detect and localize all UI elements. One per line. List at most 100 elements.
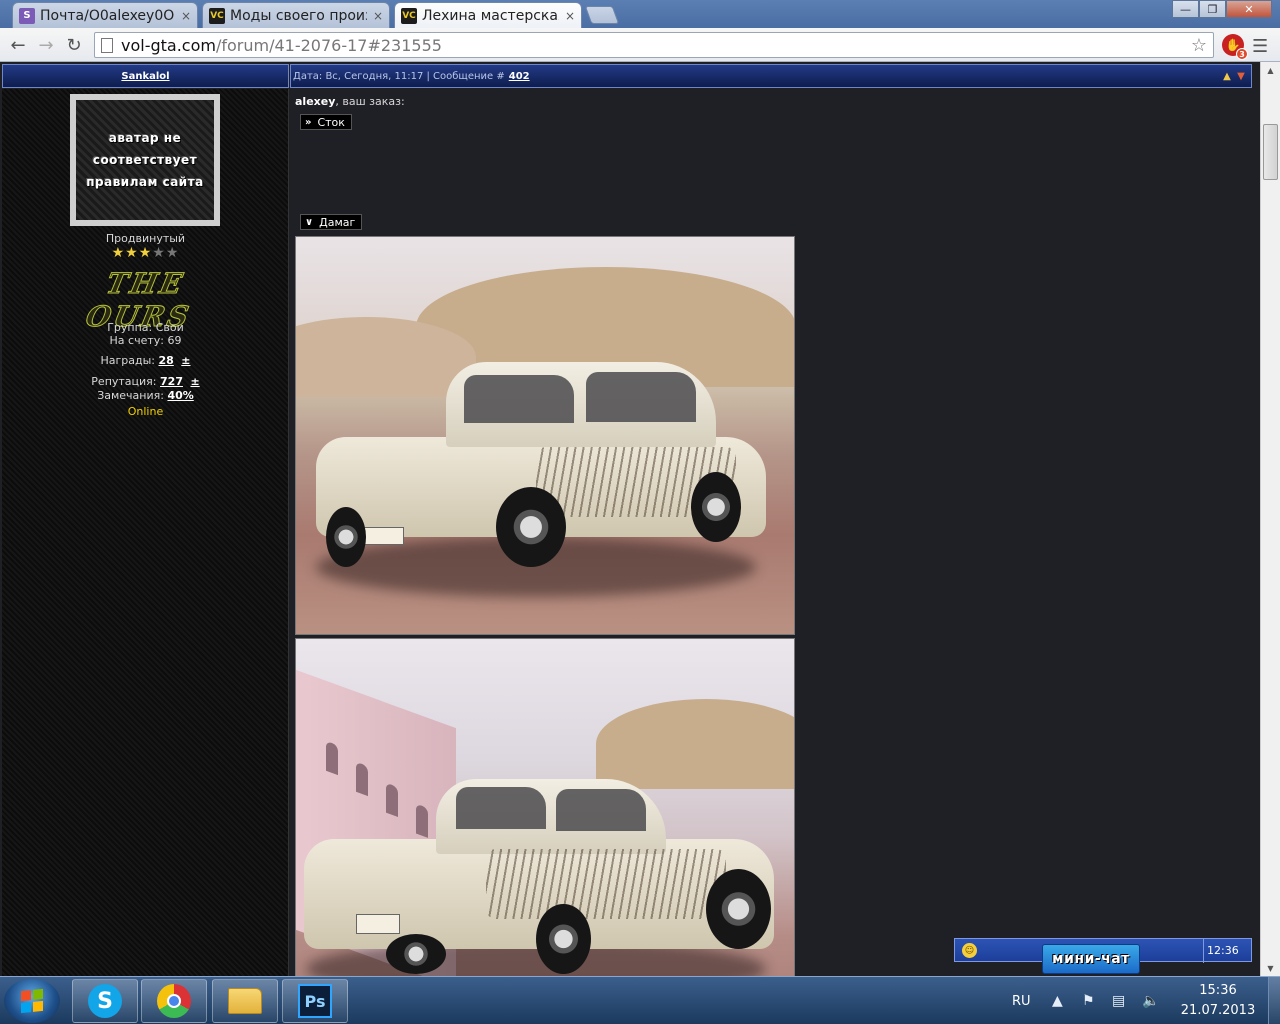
action-center-flag-icon[interactable]: ⚑ <box>1082 977 1095 1024</box>
tab-mods[interactable]: VC Моды своего произ × <box>202 2 390 28</box>
post-body: alexey, ваш заказ: » Сток ∨ Дамаг <box>290 89 1252 976</box>
avatar: аватар не соответствует правилам сайта <box>70 94 220 226</box>
user-rank: Продвинутый <box>105 232 186 245</box>
restore-button[interactable]: ❐ <box>1199 0 1226 18</box>
smiley-icon[interactable]: ☺ <box>962 943 977 958</box>
new-tab-button[interactable] <box>584 6 620 24</box>
spoiler-stock-button[interactable]: » Сток <box>300 114 352 130</box>
network-icon[interactable]: ▤ <box>1112 977 1125 1024</box>
taskbar-photoshop[interactable]: Ps <box>282 979 348 1023</box>
window-controls: — ❐ ✕ <box>1172 0 1272 18</box>
mail-favicon-icon: S <box>19 7 35 24</box>
language-indicator[interactable]: RU <box>1012 977 1031 1024</box>
thumb-down-icon[interactable]: ▼ <box>1235 70 1247 82</box>
address-bar[interactable]: vol-gta.com/forum/41-2076-17#231555 ☆ <box>94 32 1214 58</box>
warnings-row: Замечания: 40% <box>2 389 289 402</box>
avatar-text: соответствует <box>92 153 198 167</box>
car-side-window <box>556 789 646 831</box>
user-profile-column: аватар не соответствует правилам сайта П… <box>2 89 289 976</box>
adblock-extension-icon[interactable]: ✋ 3 <box>1222 34 1248 60</box>
taskbar-explorer[interactable] <box>212 979 278 1023</box>
warnings-link[interactable]: 40% <box>167 389 193 402</box>
show-hidden-icons[interactable]: ▲ <box>1052 977 1063 1024</box>
page-icon <box>101 37 113 53</box>
volume-icon[interactable]: 🔈 <box>1142 977 1159 1024</box>
tab-mail[interactable]: S Почта/O0alexey0O × <box>12 2 198 28</box>
scroll-thumb[interactable] <box>1263 124 1278 180</box>
scroll-up-icon[interactable]: ▲ <box>1261 62 1280 78</box>
scroll-down-icon[interactable]: ▼ <box>1261 960 1280 976</box>
car-windshield <box>464 375 574 423</box>
minimize-button[interactable]: — <box>1172 0 1199 18</box>
clock-time: 15:36 <box>1199 983 1237 998</box>
star-icon: ★ <box>165 245 180 261</box>
taskbar-chrome[interactable] <box>141 979 207 1023</box>
system-clock[interactable]: 15:36 21.07.2013 <box>1176 981 1260 1021</box>
minichat-button[interactable]: мини-чат <box>1042 944 1140 974</box>
star-icon: ★ <box>152 245 166 261</box>
avatar-text: аватар не <box>108 131 182 145</box>
skype-icon: S <box>88 984 122 1018</box>
menu-icon[interactable]: ☰ <box>1252 36 1268 57</box>
account-value: 69 <box>167 334 182 347</box>
star-icon: ★ <box>111 245 126 261</box>
tab-close-icon[interactable]: × <box>181 9 191 23</box>
car-wheel <box>691 472 741 542</box>
start-button[interactable] <box>4 979 60 1023</box>
car-side-window <box>586 372 696 422</box>
tab-workshop[interactable]: VC Лехина мастерская × <box>394 2 582 28</box>
windows-taskbar: S Ps RU ▲ ⚑ ▤ 🔈 15:36 21.07.2013 <box>0 976 1280 1024</box>
group-logo: THE OURS <box>83 267 195 334</box>
awards-link[interactable]: 28 <box>158 354 173 367</box>
tab-title: Почта/O0alexey0O <box>40 7 175 24</box>
post-number-link[interactable]: 402 <box>509 71 530 82</box>
chrome-icon <box>157 984 191 1018</box>
tab-close-icon[interactable]: × <box>565 9 575 23</box>
divider <box>1203 939 1204 963</box>
star-icon: ★ <box>125 245 139 261</box>
page-scrollbar[interactable]: ▲ ▼ <box>1260 62 1280 976</box>
reputation-plusminus[interactable]: ± <box>190 375 199 388</box>
spoiler-damage-button[interactable]: ∨ Дамаг <box>300 214 363 230</box>
car-screenshot-front[interactable] <box>295 236 795 635</box>
vc-favicon-icon: VC <box>401 7 417 24</box>
group-label: Группа: <box>107 321 153 334</box>
building-window <box>386 782 398 818</box>
warnings-label: Замечания: <box>97 389 164 402</box>
bookmark-star-icon[interactable]: ☆ <box>1191 35 1207 56</box>
reputation-link[interactable]: 727 <box>160 375 183 388</box>
online-status: Online <box>127 405 164 418</box>
car-rear-window <box>456 787 546 829</box>
car-wheel <box>496 487 566 567</box>
url-path: /forum/41-2076-17#231555 <box>215 35 442 55</box>
greeting-text: , ваш заказ: <box>335 95 405 108</box>
thumb-up-icon[interactable]: ▲ <box>1221 70 1233 82</box>
post-greeting: alexey, ваш заказ: <box>295 95 405 108</box>
photoshop-icon: Ps <box>298 984 332 1018</box>
car-damage <box>486 849 726 919</box>
awards-plusminus[interactable]: ± <box>181 354 190 367</box>
star-icon: ★ <box>138 245 153 261</box>
car-screenshot-rear[interactable] <box>295 638 795 976</box>
car-wheel <box>536 904 591 974</box>
close-window-button[interactable]: ✕ <box>1226 0 1272 18</box>
tab-title: Лехина мастерская <box>422 7 559 24</box>
awards-row: Награды: 28 ± <box>2 354 289 367</box>
tab-strip: S Почта/O0alexey0O × VC Моды своего прои… <box>0 0 1280 28</box>
author-link[interactable]: Sankalol <box>121 71 169 82</box>
taskbar-skype[interactable]: S <box>72 979 138 1023</box>
tab-close-icon[interactable]: × <box>373 9 383 23</box>
browser-toolbar: ← → ↻ vol-gta.com/forum/41-2076-17#23155… <box>0 28 1280 62</box>
reload-icon[interactable]: ↻ <box>62 33 86 57</box>
forward-arrow-icon[interactable]: → <box>34 33 58 57</box>
double-chevron-down-icon: ∨ <box>305 216 314 228</box>
show-desktop-button[interactable] <box>1268 977 1280 1024</box>
clock-date: 21.07.2013 <box>1180 1003 1256 1018</box>
double-chevron-right-icon: » <box>305 116 312 128</box>
account-row: На счету: 69 <box>2 334 289 347</box>
building-window <box>416 803 428 838</box>
post-header-bar: Дата: Вс, Сегодня, 11:17 | Сообщение # 4… <box>290 64 1252 88</box>
post-meta: Дата: Вс, Сегодня, 11:17 | Сообщение # <box>293 70 505 82</box>
spoiler-label: Дамаг <box>319 215 356 229</box>
back-arrow-icon[interactable]: ← <box>6 33 30 57</box>
